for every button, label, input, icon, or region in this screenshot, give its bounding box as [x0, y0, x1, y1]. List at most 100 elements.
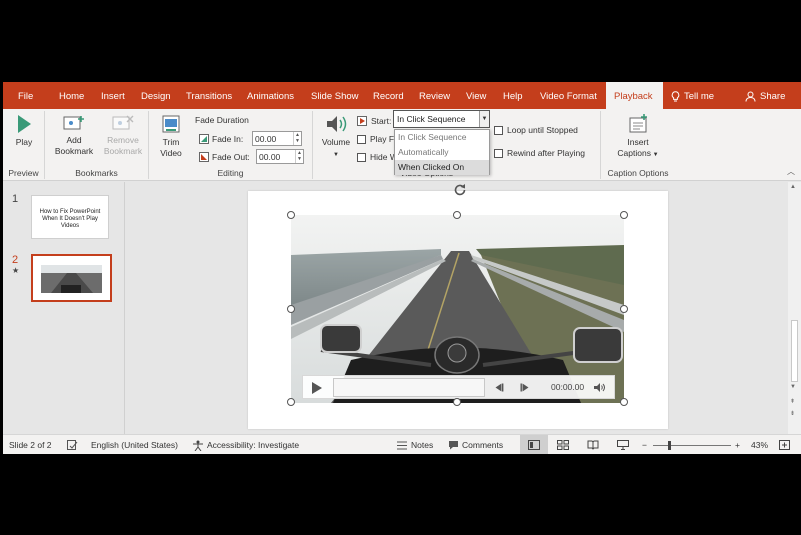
fade-out-input[interactable]: 00.00 ▲ ▼: [256, 149, 304, 164]
preview-group: Play Preview: [3, 111, 45, 179]
chevron-down-icon[interactable]: ▼: [479, 111, 489, 127]
fade-in-stepper-icon[interactable]: ▲ ▼: [293, 132, 301, 145]
notes-button[interactable]: Notes: [397, 435, 433, 454]
fade-out-row: Fade Out: 00.00 ▲ ▼: [199, 149, 304, 164]
play-full-screen-checkbox[interactable]: Play Fu: [357, 134, 399, 144]
tab-design[interactable]: Design: [141, 82, 171, 109]
language-status[interactable]: English (United States): [91, 435, 178, 454]
zoom-slider[interactable]: [653, 435, 731, 454]
remove-bookmark-icon: [112, 115, 134, 130]
slide-thumbnail-2[interactable]: [31, 254, 112, 302]
scroll-up-icon[interactable]: ▲: [790, 184, 796, 190]
step-forward-icon[interactable]: [520, 383, 529, 392]
scrollbar-thumb[interactable]: [791, 320, 798, 382]
vertical-scrollbar[interactable]: ▲ ▼ ⇞ ⇟: [788, 182, 801, 434]
reading-view-button[interactable]: [587, 435, 599, 454]
tab-view[interactable]: View: [466, 82, 486, 109]
fade-in-row: Fade In: 00.00 ▲ ▼: [199, 131, 302, 146]
tab-help[interactable]: Help: [503, 82, 523, 109]
resize-handle-bottom[interactable]: [453, 398, 461, 406]
play-button[interactable]: Play: [9, 113, 39, 148]
fade-out-label: Fade Out:: [212, 151, 250, 162]
video-frame[interactable]: 00:00.00: [291, 215, 624, 403]
resize-handle-bottom-left[interactable]: [287, 398, 295, 406]
slide-show-button[interactable]: [617, 435, 629, 454]
remove-bookmark-button[interactable]: Remove Bookmark: [101, 113, 145, 157]
start-select[interactable]: In Click Sequence ▼: [393, 110, 490, 128]
start-label: Start:: [371, 116, 392, 126]
slide-show-icon: [617, 440, 629, 450]
fade-in-icon: [199, 133, 209, 144]
zoom-level[interactable]: 43%: [751, 435, 768, 454]
tab-transitions[interactable]: Transitions: [186, 82, 232, 109]
scroll-down-icon[interactable]: ▼: [790, 384, 796, 390]
video-progress-track[interactable]: [333, 378, 485, 397]
zoom-in-icon[interactable]: +: [735, 435, 740, 454]
zoom-slider-thumb[interactable]: [668, 440, 671, 450]
resize-handle-top-left[interactable]: [287, 211, 295, 219]
tab-animations[interactable]: Animations: [247, 82, 294, 109]
accessibility-status[interactable]: Accessibility: Investigate: [192, 435, 299, 454]
menu-bar: File Home Insert Design Transitions Anim…: [3, 82, 801, 109]
caption-options-group: Insert Captions ▼ Caption Options: [601, 111, 675, 179]
tab-insert[interactable]: Insert: [101, 82, 125, 109]
preview-group-label: Preview: [8, 168, 39, 178]
fade-out-icon: [199, 151, 209, 162]
video-player-controls: 00:00.00: [302, 375, 615, 399]
spell-check-icon[interactable]: [67, 435, 78, 454]
resize-handle-right[interactable]: [620, 305, 628, 313]
slide-thumbnails-pane: 1 How to Fix PowerPoint When It Doesn't …: [3, 182, 125, 434]
tab-file[interactable]: File: [18, 82, 33, 109]
add-bookmark-button[interactable]: Add Bookmark: [53, 113, 95, 157]
start-options-list: In Click Sequence Automatically When Cli…: [394, 129, 490, 175]
resize-handle-left[interactable]: [287, 305, 295, 313]
loop-until-stopped-checkbox[interactable]: Loop until Stopped: [494, 125, 578, 135]
play-icon[interactable]: [311, 381, 323, 395]
slide-number: 2: [12, 254, 19, 266]
share-button[interactable]: Share: [745, 82, 785, 109]
option-automatically[interactable]: Automatically: [395, 145, 489, 160]
option-when-clicked-on[interactable]: When Clicked On: [395, 160, 489, 175]
caption-options-group-label: Caption Options: [607, 168, 669, 178]
slide-thumbnail-1[interactable]: How to Fix PowerPoint When It Doesn't Pl…: [31, 195, 109, 239]
bookmarks-group-label: Bookmarks: [75, 168, 118, 178]
previous-slide-icon[interactable]: ⇞: [790, 398, 795, 405]
fade-duration-label: Fade Duration: [195, 115, 249, 125]
normal-view-icon: [528, 440, 540, 450]
trim-video-icon: [162, 115, 180, 133]
trim-video-button[interactable]: Trim Video: [155, 113, 187, 159]
lightbulb-icon: [671, 91, 680, 102]
normal-view-button[interactable]: [520, 435, 548, 454]
insert-captions-button[interactable]: Insert Captions ▼: [613, 113, 663, 161]
fade-out-stepper-icon[interactable]: ▲ ▼: [295, 150, 303, 163]
slide-sorter-button[interactable]: [557, 435, 569, 454]
tab-playback[interactable]: Playback: [606, 82, 663, 109]
tell-me-search[interactable]: Tell me: [671, 82, 714, 109]
resize-handle-bottom-right[interactable]: [620, 398, 628, 406]
step-back-icon[interactable]: [495, 383, 504, 392]
hide-while-not-playing-checkbox[interactable]: Hide W: [357, 152, 398, 162]
comments-button[interactable]: Comments: [448, 435, 503, 454]
volume-icon[interactable]: [593, 382, 605, 393]
tab-video-format[interactable]: Video Format: [540, 82, 597, 109]
next-slide-icon[interactable]: ⇟: [790, 410, 795, 417]
zoom-out-icon[interactable]: −: [642, 435, 647, 454]
rewind-after-playing-checkbox[interactable]: Rewind after Playing: [494, 148, 585, 158]
tab-slide-show[interactable]: Slide Show: [311, 82, 359, 109]
slide-number: 1: [12, 193, 19, 205]
start-row: Start:: [357, 116, 391, 126]
resize-handle-top-right[interactable]: [620, 211, 628, 219]
rotate-handle-icon[interactable]: [452, 182, 468, 198]
resize-handle-top[interactable]: [453, 211, 461, 219]
insert-captions-icon: [629, 114, 647, 133]
tab-record[interactable]: Record: [373, 82, 404, 109]
fit-to-window-icon[interactable]: [779, 435, 790, 454]
volume-button[interactable]: Volume ▼: [317, 113, 355, 161]
fade-in-input[interactable]: 00.00 ▲ ▼: [252, 131, 302, 146]
captions-dropdown-icon: ▼: [650, 152, 659, 158]
tab-home[interactable]: Home: [59, 82, 84, 109]
collapse-ribbon-icon[interactable]: ︿: [787, 166, 795, 177]
option-in-click-sequence[interactable]: In Click Sequence: [395, 130, 489, 145]
tab-review[interactable]: Review: [419, 82, 450, 109]
status-bar: Slide 2 of 2 English (United States) Acc…: [3, 434, 801, 454]
